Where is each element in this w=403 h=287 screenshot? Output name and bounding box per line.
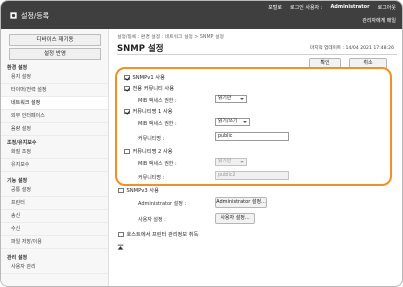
chevron-down-icon [243, 121, 247, 123]
login-user-label: 로그인 사용자 : [289, 5, 323, 11]
sidebar-item-timer-power[interactable]: 타이머/전력 설정 [1, 84, 108, 97]
checkbox-unchecked[interactable] [124, 148, 130, 155]
checkbox-unchecked[interactable] [118, 231, 124, 238]
checkbox-unchecked[interactable] [118, 187, 124, 194]
community-name-label-2: 커뮤니티명 : [138, 175, 165, 181]
login-user-name: Administrator [330, 4, 370, 10]
breadcrumb: 설정/등록 : 환경 설정 : 네트워크 설정 > SNMP 설정 [117, 35, 224, 40]
sidebar-item-file-store[interactable]: 파일 저장/이용 [1, 236, 108, 249]
section-env-settings: 환경 설정 [7, 65, 28, 71]
community2-use-label: 커뮤니티명 2 사용 [132, 149, 173, 155]
snmpv1-use-checkbox[interactable]: SNMPv1 사용 [124, 74, 165, 81]
last-update: 마지막 업데이트 : 14/04 2021 17:48:26 [310, 46, 394, 51]
snmpv1-use-label: SNMPv1 사용 [132, 75, 165, 81]
user-settings-button[interactable]: 사용자 설정... [215, 213, 255, 224]
page-title: SNMP 설정 [117, 44, 164, 54]
app-title: 설정/등록 [21, 12, 50, 20]
logout-link[interactable]: 로그아웃 [378, 4, 396, 11]
sidebar: 디바이스 재기동 설정 반영 환경 설정 용지 설정 타이머/전력 설정 네트워… [1, 29, 109, 286]
dedicated-community-checkbox[interactable]: 전용 커뮤니티 사용 [124, 85, 174, 92]
chevron-down-icon [240, 98, 244, 100]
snmpv3-use-label: SNMPv3 사용 [126, 188, 159, 194]
mib-access-label-1: MIB 액세스 권한 : [138, 98, 177, 104]
sidebar-item-paper[interactable]: 용지 설정 [1, 71, 108, 84]
sidebar-item-maintenance[interactable]: 유지보수 [1, 159, 108, 172]
sidebar-item-common[interactable]: 공통 설정 [1, 184, 108, 197]
user-settings-label: 사용자 설정 : [138, 217, 166, 223]
mib-access-select-1[interactable]: 읽기만 [215, 95, 247, 103]
mib-access-label-3: MIB 액세스 권한 : [138, 161, 177, 167]
sidebar-item-send[interactable]: 송신 [1, 210, 108, 223]
app-window: 설정/등록 포털로 로그인 사용자 : Administrator 로그아웃 관… [0, 0, 403, 287]
top-links: 포털로 로그인 사용자 : Administrator 로그아웃 [268, 4, 396, 11]
mib-access-select-2[interactable]: 읽기/쓰기 [215, 118, 250, 126]
admin-mail-link[interactable]: 관리자에게 메일 [362, 17, 396, 24]
gear-icon [10, 12, 17, 19]
snmpv3-use-checkbox[interactable]: SNMPv3 사용 [118, 187, 159, 194]
community-name-label-1: 커뮤니티명 : [138, 136, 165, 142]
section-adjust-maintenance: 조정/유지보수 [7, 140, 37, 146]
portal-link[interactable]: 포털로 [268, 4, 282, 11]
community1-use-checkbox[interactable]: 커뮤니티명 1 사용 [124, 108, 173, 115]
device-restart-button[interactable]: 디바이스 재기동 [9, 34, 101, 46]
community1-use-label: 커뮤니티명 1 사용 [132, 109, 173, 115]
section-function-settings: 기능 설정 [7, 178, 28, 184]
sidebar-item-receive[interactable]: 수신 [1, 223, 108, 236]
mib-access-value-2: 읽기/쓰기 [218, 119, 238, 124]
admin-settings-button[interactable]: Administrator 설정... [215, 197, 267, 208]
section-management-settings: 관리 설정 [7, 255, 28, 261]
sidebar-item-user-management[interactable]: 사용자 관리 [1, 261, 108, 274]
mib-access-select-3[interactable]: 읽기만 [215, 158, 247, 166]
mib-access-value-3: 읽기만 [218, 159, 232, 164]
sidebar-item-printer[interactable]: 프린터 [1, 197, 108, 210]
sidebar-item-image-quality[interactable]: 화질 조정 [1, 146, 108, 159]
sidebar-item-volume[interactable]: 음량 설정 [1, 123, 108, 136]
host-resource-label: 호스트에서 프린터 관리정보 취득 [126, 232, 199, 238]
mib-access-value-1: 읽기만 [218, 96, 232, 101]
sidebar-item-external-interface[interactable]: 외부 인터페이스 [1, 110, 108, 123]
community2-name-input[interactable]: public2 [215, 171, 289, 180]
checkbox-checked[interactable] [124, 108, 130, 115]
community1-name-input[interactable]: public [215, 132, 289, 141]
host-resource-checkbox[interactable]: 호스트에서 프린터 관리정보 취득 [118, 231, 198, 238]
mib-access-label-2: MIB 액세스 권한 : [138, 121, 177, 127]
top-bar: 설정/등록 포털로 로그인 사용자 : Administrator 로그아웃 관… [1, 1, 402, 29]
sidebar-item-network[interactable]: 네트워크 설정 [1, 97, 108, 110]
admin-settings-label: Administrator 설정 : [138, 201, 187, 207]
community2-use-checkbox[interactable]: 커뮤니티명 2 사용 [124, 148, 173, 155]
scroll-to-top-icon[interactable] [117, 244, 124, 251]
checkbox-checked[interactable] [124, 85, 130, 92]
divider [117, 54, 397, 55]
dedicated-community-label: 전용 커뮤니티 사용 [132, 86, 174, 92]
apply-settings-button[interactable]: 설정 반영 [9, 48, 101, 60]
checkbox-checked[interactable] [124, 74, 130, 81]
chevron-down-icon [240, 161, 244, 163]
